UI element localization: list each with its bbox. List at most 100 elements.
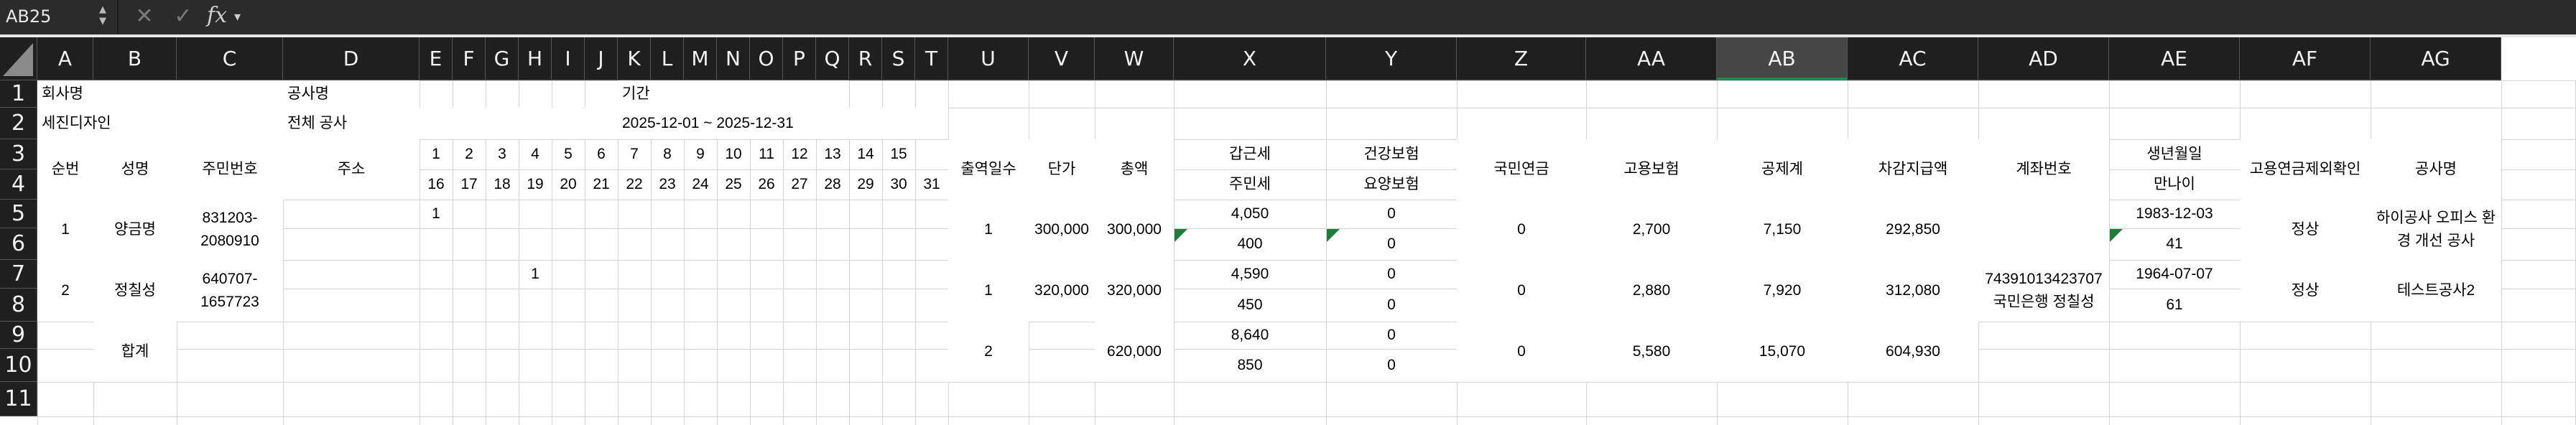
header-day[interactable]: 3: [486, 139, 519, 169]
row-header-4[interactable]: 4: [0, 169, 37, 200]
row-header-1[interactable]: 1: [0, 80, 37, 108]
header-care-ins[interactable]: 요양보험: [1326, 169, 1457, 200]
header-total[interactable]: 총액: [1095, 139, 1174, 200]
project-name-cell[interactable]: 하이공사 오피스 환경 개선 공사: [2371, 200, 2501, 260]
totals-work-days[interactable]: 2: [948, 322, 1029, 382]
header-day[interactable]: 15: [882, 139, 915, 169]
row-header-3[interactable]: 3: [0, 139, 37, 169]
column-header-f[interactable]: F: [453, 37, 486, 80]
column-header-k[interactable]: K: [618, 37, 651, 80]
row-header-10[interactable]: 10: [0, 349, 37, 382]
header-day[interactable]: 26: [750, 169, 783, 200]
account-cell[interactable]: [1978, 200, 2109, 260]
project-label[interactable]: 공사명: [283, 80, 420, 108]
work-days-cell[interactable]: 1: [948, 200, 1029, 260]
header-day[interactable]: 20: [552, 169, 585, 200]
column-header-w[interactable]: W: [1095, 37, 1174, 80]
project-value[interactable]: 전체 공사: [283, 108, 618, 139]
totals-deduction-total[interactable]: 15,070: [1717, 322, 1848, 382]
period-label[interactable]: 기간: [618, 80, 849, 108]
row-header-2[interactable]: 2: [0, 108, 37, 139]
health-ins-cell[interactable]: 0: [1326, 260, 1457, 289]
rrn-cell[interactable]: 640707-1657723: [177, 260, 283, 322]
unit-price-cell[interactable]: 320,000: [1029, 260, 1095, 322]
totals-net-pay[interactable]: 604,930: [1848, 322, 1978, 382]
column-header-aa[interactable]: AA: [1586, 37, 1717, 80]
seq-cell[interactable]: 1: [37, 200, 93, 260]
birth-cell[interactable]: 1983-12-03: [2109, 200, 2240, 228]
header-net-pay[interactable]: 차감지급액: [1848, 139, 1978, 200]
work-days-cell[interactable]: 1: [948, 260, 1029, 322]
header-day[interactable]: 25: [717, 169, 750, 200]
header-address[interactable]: 주소: [283, 139, 420, 200]
period-value[interactable]: 2025-12-01 ~ 2025-12-31: [618, 108, 948, 139]
column-header-ae[interactable]: AE: [2109, 37, 2240, 80]
function-icon[interactable]: fx: [207, 0, 227, 33]
header-day[interactable]: 29: [849, 169, 882, 200]
column-header-t[interactable]: T: [915, 37, 948, 80]
column-header-ab[interactable]: AB: [1717, 37, 1848, 80]
header-day[interactable]: 31: [915, 169, 948, 200]
header-seq[interactable]: 순번: [37, 139, 93, 200]
project-name-cell[interactable]: 테스트공사2: [2371, 260, 2501, 322]
header-day[interactable]: 9: [684, 139, 717, 169]
column-header-u[interactable]: U: [948, 37, 1029, 80]
rrn-cell[interactable]: 831203-2080910: [177, 200, 283, 260]
header-day[interactable]: 12: [783, 139, 816, 169]
header-day[interactable]: 19: [519, 169, 552, 200]
row-header-11[interactable]: 11: [0, 382, 37, 416]
employment-ins-cell[interactable]: 2,880: [1586, 260, 1717, 322]
formula-input[interactable]: [256, 1, 2576, 33]
header-health-ins[interactable]: 건강보험: [1326, 139, 1457, 169]
column-header-m[interactable]: M: [684, 37, 717, 80]
header-day[interactable]: 8: [651, 139, 684, 169]
header-day[interactable]: 2: [453, 139, 486, 169]
column-header-y[interactable]: Y: [1326, 37, 1457, 80]
header-day[interactable]: 4: [519, 139, 552, 169]
select-all-corner[interactable]: [0, 37, 37, 80]
cancel-icon[interactable]: ✕: [128, 0, 161, 33]
resident-tax-cell[interactable]: 450: [1174, 289, 1326, 322]
column-header-a[interactable]: A: [37, 37, 93, 80]
totals-total[interactable]: 620,000: [1095, 322, 1174, 382]
header-name[interactable]: 성명: [93, 139, 177, 200]
day-mark-cell[interactable]: 1: [519, 260, 552, 289]
header-day[interactable]: 22: [618, 169, 651, 200]
column-header-i[interactable]: I: [552, 37, 585, 80]
header-day[interactable]: 23: [651, 169, 684, 200]
name-cell[interactable]: 정칠성: [93, 260, 177, 322]
deduction-total-cell[interactable]: 7,920: [1717, 260, 1848, 322]
header-day[interactable]: 17: [453, 169, 486, 200]
header-rrn[interactable]: 주민번호: [177, 139, 283, 200]
header-deduction-total[interactable]: 공제계: [1717, 139, 1848, 200]
column-header-s[interactable]: S: [882, 37, 915, 80]
header-day[interactable]: 1: [420, 139, 453, 169]
pension-cell[interactable]: 0: [1457, 200, 1586, 260]
column-header-c[interactable]: C: [177, 37, 283, 80]
column-header-p[interactable]: P: [783, 37, 816, 80]
header-day[interactable]: 5: [552, 139, 585, 169]
chevron-down-icon[interactable]: ▾: [234, 0, 241, 33]
name-box-stepper-icon[interactable]: ▲ ▼: [98, 4, 108, 29]
totals-label[interactable]: 합계: [93, 322, 177, 382]
column-header-b[interactable]: B: [93, 37, 177, 80]
header-age[interactable]: 만나이: [2109, 169, 2240, 200]
care-ins-cell[interactable]: 0: [1326, 228, 1457, 260]
employment-ins-cell[interactable]: 2,700: [1586, 200, 1717, 260]
totals-care-ins[interactable]: 0: [1326, 349, 1457, 382]
total-cell[interactable]: 300,000: [1095, 200, 1174, 260]
header-day[interactable]: 24: [684, 169, 717, 200]
header-employment-ins[interactable]: 고용보험: [1586, 139, 1717, 200]
health-ins-cell[interactable]: 0: [1326, 200, 1457, 228]
header-unit-price[interactable]: 단가: [1029, 139, 1095, 200]
header-day[interactable]: 13: [816, 139, 849, 169]
name-cell[interactable]: 양금명: [93, 200, 177, 260]
column-header-d[interactable]: D: [283, 37, 420, 80]
total-cell[interactable]: 320,000: [1095, 260, 1174, 322]
day-mark-cell[interactable]: 1: [420, 200, 453, 228]
birth-cell[interactable]: 1964-07-07: [2109, 260, 2240, 289]
row-header-8[interactable]: 8: [0, 289, 37, 322]
pension-cell[interactable]: 0: [1457, 260, 1586, 322]
header-day[interactable]: 7: [618, 139, 651, 169]
deduction-total-cell[interactable]: 7,150: [1717, 200, 1848, 260]
